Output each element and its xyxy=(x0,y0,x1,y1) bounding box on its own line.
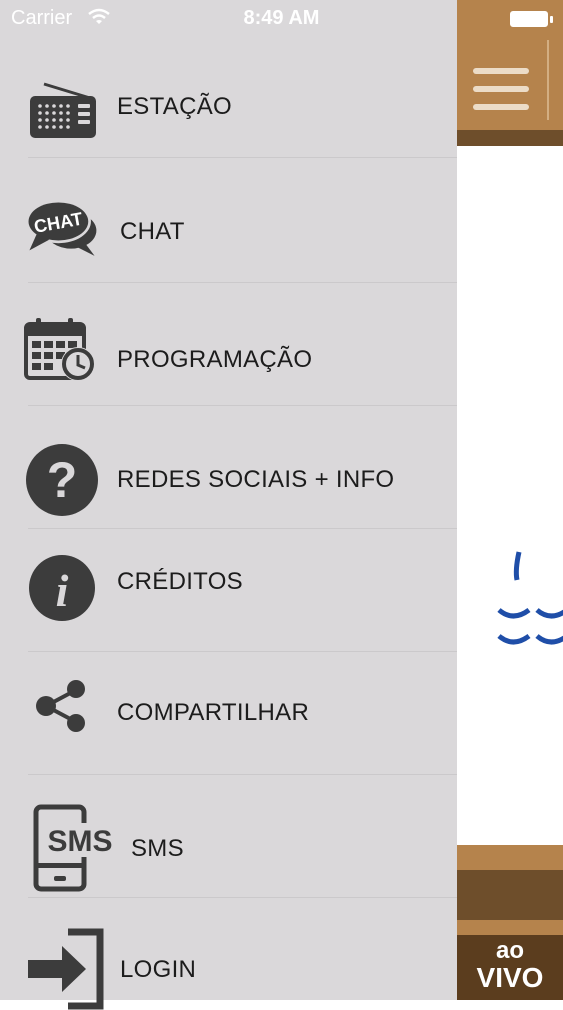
calendar-clock-icon xyxy=(24,312,100,388)
menu-item-label: CHAT xyxy=(120,218,185,245)
divider xyxy=(28,897,457,898)
live-badge-line2: VIVO xyxy=(476,962,544,993)
menu-item-label: LOGIN xyxy=(120,956,197,983)
header-divider xyxy=(547,40,549,120)
divider xyxy=(28,282,457,283)
menu-item-compartilhar[interactable]: COMPARTILHAR xyxy=(0,664,457,772)
login-arrow-icon xyxy=(24,928,106,1010)
main-content-panel: ao VIVO xyxy=(457,0,563,1000)
battery-icon xyxy=(510,11,548,27)
divider xyxy=(28,528,457,529)
divider xyxy=(28,157,457,158)
footer-band xyxy=(457,870,563,920)
menu-item-label: PROGRAMAÇÃO xyxy=(117,346,313,373)
side-drawer: ESTAÇÃO CHAT CHAT PROGRAMAÇÃO ? REDES SO… xyxy=(0,0,457,1010)
menu-item-label: ESTAÇÃO xyxy=(117,93,233,120)
menu-item-label: SMS xyxy=(131,835,184,862)
menu-item-login[interactable]: LOGIN xyxy=(0,910,457,1010)
divider xyxy=(28,774,457,775)
menu-item-creditos[interactable]: i CRÉDITOS xyxy=(0,540,457,648)
menu-item-label: COMPARTILHAR xyxy=(117,699,310,726)
menu-item-chat[interactable]: CHAT CHAT xyxy=(0,170,457,280)
divider xyxy=(28,651,457,652)
sms-phone-icon: SMS xyxy=(30,802,120,894)
divider xyxy=(28,405,457,406)
clock-time: 8:49 AM xyxy=(243,7,320,29)
info-letter-text: i xyxy=(56,565,69,616)
menu-item-label: CRÉDITOS xyxy=(117,568,243,595)
header-bottom-band xyxy=(457,130,563,146)
radio-icon xyxy=(24,72,100,148)
battery-tip xyxy=(550,16,553,23)
question-circle-icon: ? xyxy=(24,442,100,518)
chat-bubble-icon: CHAT xyxy=(24,188,100,264)
live-badge[interactable]: ao VIVO xyxy=(457,935,563,1000)
sms-icon-text: SMS xyxy=(47,825,112,858)
menu-item-estacao[interactable]: ESTAÇÃO xyxy=(0,60,457,156)
station-logo-waves xyxy=(497,551,563,645)
menu-item-programacao[interactable]: PROGRAMAÇÃO xyxy=(0,300,457,404)
share-icon xyxy=(24,668,100,744)
live-badge-line1: ao xyxy=(495,937,524,964)
menu-item-sms[interactable]: SMS SMS xyxy=(0,790,457,896)
status-bar: Carrier 8:49 AM xyxy=(0,0,563,38)
menu-item-redes-sociais[interactable]: ? REDES SOCIAIS + INFO xyxy=(0,420,457,526)
question-mark-text: ? xyxy=(47,452,78,508)
menu-item-label: REDES SOCIAIS + INFO xyxy=(117,466,395,493)
info-circle-icon: i xyxy=(24,550,100,626)
hamburger-menu-icon[interactable] xyxy=(473,68,529,110)
